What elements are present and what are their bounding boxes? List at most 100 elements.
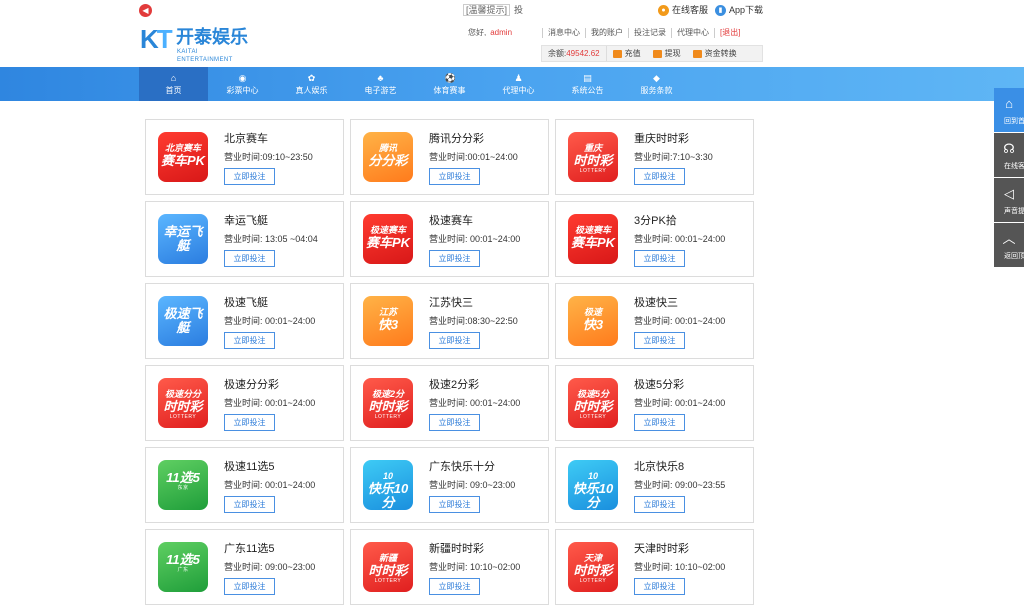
agent-icon: ♟ xyxy=(514,73,523,83)
game-logo-icon[interactable]: 极速赛车 赛车PK xyxy=(363,214,413,264)
online-service-link[interactable]: ● 在线客服 xyxy=(658,4,708,17)
slot-icon: ♣ xyxy=(377,73,384,83)
bet-now-button[interactable]: 立即投注 xyxy=(224,414,275,431)
bet-now-button[interactable]: 立即投注 xyxy=(429,332,480,349)
bet-now-button[interactable]: 立即投注 xyxy=(634,250,685,267)
game-logo-icon[interactable]: 10快乐10分广东 xyxy=(363,460,413,510)
game-card[interactable]: 极速 快3 极速快三 营业时间: 00:01~24:00 立即投注 xyxy=(555,283,754,359)
link-my-account[interactable]: 我的账户 xyxy=(585,28,628,38)
game-card[interactable]: 新疆 时时彩 LOTTERY 新疆时时彩 营业时间: 10:10~02:00 立即投注 xyxy=(350,529,549,605)
game-card[interactable]: 极速赛车 赛车PK 3分PK拾 营业时间: 00:01~24:00 立即投注 xyxy=(555,201,754,277)
game-logo-sub: 广东 xyxy=(177,567,189,573)
game-logo-icon[interactable]: 11选5 广东 xyxy=(158,542,208,592)
game-logo-main: 快3 xyxy=(377,317,399,332)
game-card[interactable]: 极速分分 时时彩 LOTTERY 极速分分彩 营业时间: 00:01~24:00 立即投注 xyxy=(145,365,344,441)
game-logo-main: 快乐10分 xyxy=(572,481,614,510)
game-logo-icon[interactable]: 极速分分 时时彩 LOTTERY xyxy=(158,378,208,428)
game-title: 天津时时彩 xyxy=(634,543,689,555)
site-logo[interactable]: KT 开泰娱乐 KAITAI ENTERTAINMENT xyxy=(140,24,252,63)
speaker-icon[interactable]: ◀ xyxy=(139,4,152,17)
game-logo-icon[interactable]: 11选5 东京 xyxy=(158,460,208,510)
game-logo-icon[interactable]: 极速2分 时时彩 LOTTERY xyxy=(363,378,413,428)
bet-now-button[interactable]: 立即投注 xyxy=(429,414,480,431)
game-logo-icon[interactable]: 极速 快3 xyxy=(568,296,618,346)
game-card[interactable]: 腾讯 分分彩 腾讯分分彩 营业时间:00:01~24:00 立即投注 xyxy=(350,119,549,195)
link-bet-records[interactable]: 投注记录 xyxy=(628,28,671,38)
game-hours: 营业时间: 00:01~24:00 xyxy=(224,316,316,326)
withdraw-button[interactable]: 提现 xyxy=(647,46,687,61)
bet-now-button[interactable]: 立即投注 xyxy=(429,250,480,267)
game-logo-icon[interactable]: 重庆 时时彩 LOTTERY xyxy=(568,132,618,182)
bet-now-button[interactable]: 立即投注 xyxy=(429,578,480,595)
nav-slots[interactable]: ♣ 电子游艺 xyxy=(346,67,415,101)
transfer-label: 资金转换 xyxy=(704,49,737,58)
game-card[interactable]: 幸运飞艇 幸运飞艇 营业时间: 13:05 ~04:04 立即投注 xyxy=(145,201,344,277)
bet-now-button[interactable]: 立即投注 xyxy=(429,496,480,513)
game-card[interactable]: 极速2分 时时彩 LOTTERY 极速2分彩 营业时间: 00:01~24:00 立即投注 xyxy=(350,365,549,441)
link-messages[interactable]: 消息中心 xyxy=(542,28,585,38)
game-hours: 营业时间: 00:01~24:00 xyxy=(634,316,726,326)
game-card[interactable]: 重庆 时时彩 LOTTERY 重庆时时彩 营业时间:7:10~3:30 立即投注 xyxy=(555,119,754,195)
bet-now-button[interactable]: 立即投注 xyxy=(224,578,275,595)
game-logo-icon[interactable]: 北京赛车 赛车PK xyxy=(158,132,208,182)
game-logo-main: 11选5 xyxy=(166,552,200,567)
game-card[interactable]: 江苏 快3 江苏快三 营业时间:08:30~22:50 立即投注 xyxy=(350,283,549,359)
nav-agent[interactable]: ♟ 代理中心 xyxy=(484,67,553,101)
game-card[interactable]: 极速赛车 赛车PK 极速赛车 营业时间: 00:01~24:00 立即投注 xyxy=(350,201,549,277)
game-card[interactable]: 11选5 广东 广东11选5 营业时间: 09:00~23:00 立即投注 xyxy=(145,529,344,605)
nav-terms[interactable]: ◆ 服务条款 xyxy=(622,67,691,101)
bet-now-button[interactable]: 立即投注 xyxy=(634,168,685,185)
sidebar-home[interactable]: ⌂ 回到首页 xyxy=(994,88,1024,132)
game-logo-icon[interactable]: 新疆 时时彩 LOTTERY xyxy=(363,542,413,592)
game-card[interactable]: 极速飞艇 极速飞艇 营业时间: 00:01~24:00 立即投注 xyxy=(145,283,344,359)
recharge-button[interactable]: 充值 xyxy=(607,46,647,61)
game-logo-icon[interactable]: 极速赛车 赛车PK xyxy=(568,214,618,264)
game-card[interactable]: 极速5分 时时彩 LOTTERY 极速5分彩 营业时间: 00:01~24:00 立即投注 xyxy=(555,365,754,441)
game-logo-icon[interactable]: 天津 时时彩 LOTTERY xyxy=(568,542,618,592)
nav-home[interactable]: ⌂ 首页 xyxy=(139,67,208,101)
game-card[interactable]: 10快乐10分广东 广东快乐十分营业时间: 09:0~23:00 立即投注 xyxy=(350,447,549,523)
game-logo-icon[interactable]: 极速5分 时时彩 LOTTERY xyxy=(568,378,618,428)
recharge-icon xyxy=(612,49,622,58)
notice-text: 投 xyxy=(514,5,524,15)
game-logo-icon[interactable]: 腾讯 分分彩 xyxy=(363,132,413,182)
game-card[interactable]: 10快乐10分广东 北京快乐8 营业时间: 09:00~23:55 立即投注 xyxy=(555,447,754,523)
bet-now-button[interactable]: 立即投注 xyxy=(634,578,685,595)
bet-now-button[interactable]: 立即投注 xyxy=(634,414,685,431)
game-logo-icon[interactable]: 江苏 快3 xyxy=(363,296,413,346)
game-logo-icon[interactable]: 10快乐10分广东 xyxy=(568,460,618,510)
game-title: 极速11选5 xyxy=(224,461,275,473)
bet-now-button[interactable]: 立即投注 xyxy=(224,496,275,513)
game-hours: 营业时间: 13:05 ~04:04 xyxy=(224,234,318,244)
nav-live-casino[interactable]: ✿ 真人娱乐 xyxy=(277,67,346,101)
game-logo-icon[interactable]: 极速飞艇 xyxy=(158,296,208,346)
sidebar-online-service[interactable]: ☊ 在线客服 xyxy=(994,133,1024,177)
game-logo-sub: 东京 xyxy=(177,485,189,491)
arrow-up-icon: ︿ xyxy=(1002,231,1016,246)
bet-now-button[interactable]: 立即投注 xyxy=(429,168,480,185)
username[interactable]: admin xyxy=(490,28,512,37)
app-download-link[interactable]: ▮ App下载 xyxy=(715,4,763,17)
sidebar-back-top[interactable]: ︿ 返回顶部 xyxy=(994,223,1024,267)
nav-notice[interactable]: ▤ 系统公告 xyxy=(553,67,622,101)
logout-link[interactable]: [退出] xyxy=(714,28,745,38)
nav-label: 系统公告 xyxy=(571,86,604,95)
game-card[interactable]: 11选5 东京 极速11选5 营业时间: 00:01~24:00 立即投注 xyxy=(145,447,344,523)
game-card[interactable]: 北京赛车 赛车PK 北京赛车 营业时间:09:10~23:50 立即投注 xyxy=(145,119,344,195)
bet-now-button[interactable]: 立即投注 xyxy=(224,332,275,349)
bet-now-button[interactable]: 立即投注 xyxy=(224,250,275,267)
bet-now-button[interactable]: 立即投注 xyxy=(634,332,685,349)
transfer-button[interactable]: 资金转换 xyxy=(687,46,743,61)
game-card[interactable]: 天津 时时彩 LOTTERY 天津时时彩 营业时间: 10:10~02:00 立即投注 xyxy=(555,529,754,605)
game-hours: 营业时间: 09:0~23:00 xyxy=(429,480,516,490)
bet-now-button[interactable]: 立即投注 xyxy=(224,168,275,185)
nav-lottery[interactable]: ◉ 彩票中心 xyxy=(208,67,277,101)
link-agent-center[interactable]: 代理中心 xyxy=(671,28,714,38)
bet-now-button[interactable]: 立即投注 xyxy=(634,496,685,513)
game-logo-main: 快3 xyxy=(582,317,604,332)
game-logo-icon[interactable]: 幸运飞艇 xyxy=(158,214,208,264)
user-greeting: 您好, admin xyxy=(468,28,512,38)
nav-sports[interactable]: ⚽ 体育赛事 xyxy=(415,67,484,101)
game-hours: 营业时间: 00:01~24:00 xyxy=(634,234,726,244)
sidebar-sound[interactable]: ◁ 声音提示 xyxy=(994,178,1024,222)
